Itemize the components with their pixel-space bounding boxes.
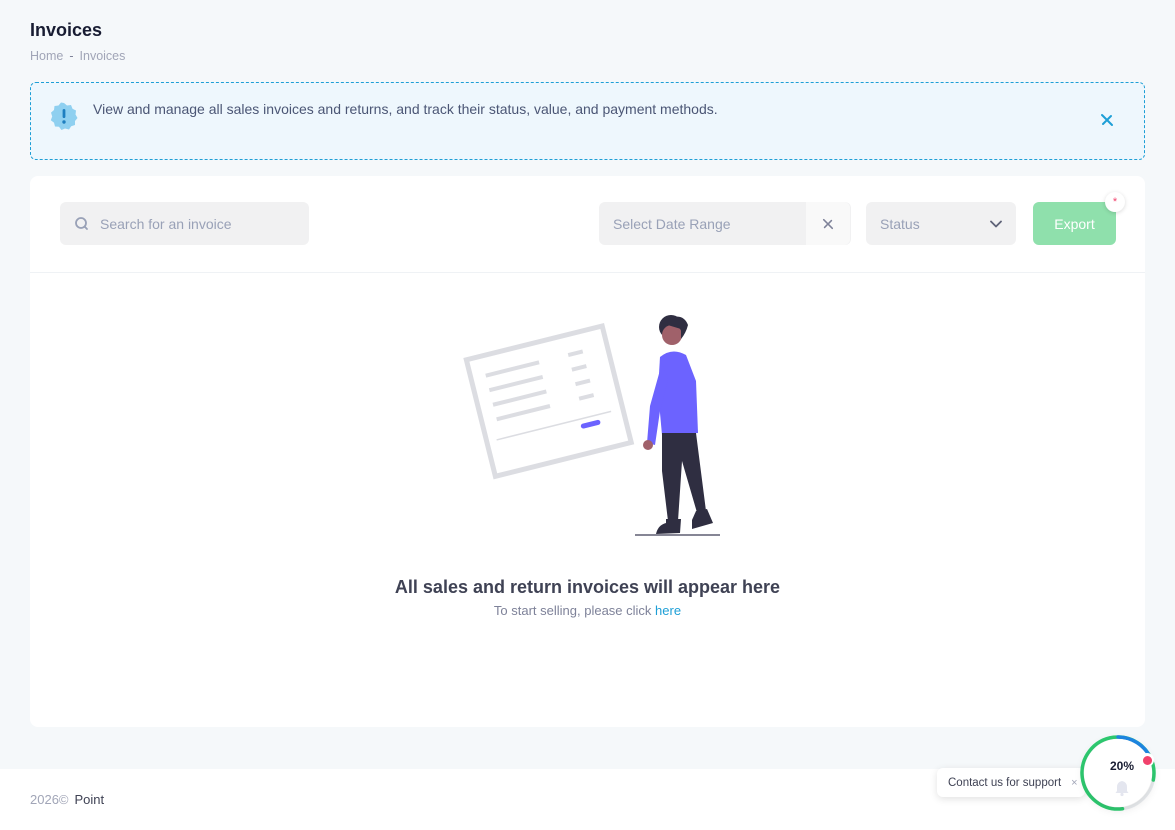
close-icon[interactable]	[1100, 113, 1114, 127]
clear-date-button[interactable]	[806, 202, 850, 245]
bell-icon	[1115, 781, 1129, 797]
empty-state-title: All sales and return invoices will appea…	[394, 577, 781, 597]
date-range-input[interactable]	[599, 202, 806, 245]
search-box[interactable]	[60, 202, 309, 245]
search-input[interactable]	[100, 215, 300, 232]
support-label[interactable]: Contact us for support	[948, 777, 1061, 789]
empty-state-subtitle: To start selling, please click here	[30, 603, 1145, 618]
date-range-picker[interactable]	[599, 202, 851, 245]
breadcrumb-home[interactable]: Home	[30, 49, 63, 63]
progress-inner: 20%	[1084, 739, 1152, 807]
toolbar: Status Export *	[30, 176, 1145, 273]
export-button[interactable]: Export	[1033, 202, 1116, 245]
status-select-label: Status	[880, 215, 920, 232]
breadcrumb: Home - Invoices	[30, 49, 125, 63]
empty-state-illustration	[463, 315, 720, 536]
close-icon	[822, 218, 834, 229]
onboarding-progress-widget[interactable]: 20%	[1078, 733, 1158, 813]
breadcrumb-current: Invoices	[79, 49, 126, 63]
page-header: Invoices Home - Invoices	[30, 20, 125, 63]
support-close-button[interactable]: ×	[1071, 777, 1077, 789]
invoices-card: Status Export *	[30, 176, 1145, 727]
notification-dot	[1140, 753, 1154, 767]
footer-brand-link[interactable]: Point	[75, 792, 105, 807]
breadcrumb-separator: -	[69, 49, 74, 63]
status-select[interactable]: Status	[866, 202, 1016, 245]
info-badge-icon	[50, 102, 78, 130]
search-icon	[75, 216, 88, 230]
required-badge: *	[1105, 192, 1125, 212]
chevron-down-icon	[990, 220, 1002, 227]
support-tooltip[interactable]: Contact us for support ×	[937, 768, 1085, 797]
footer-year: 2026©	[30, 792, 69, 807]
empty-state-subtitle-text: To start selling, please click	[493, 603, 652, 618]
start-selling-link[interactable]: here	[655, 603, 681, 618]
page-title: Invoices	[30, 20, 103, 40]
info-notice: View and manage all sales invoices and r…	[30, 82, 1145, 160]
notice-text: View and manage all sales invoices and r…	[93, 101, 718, 117]
